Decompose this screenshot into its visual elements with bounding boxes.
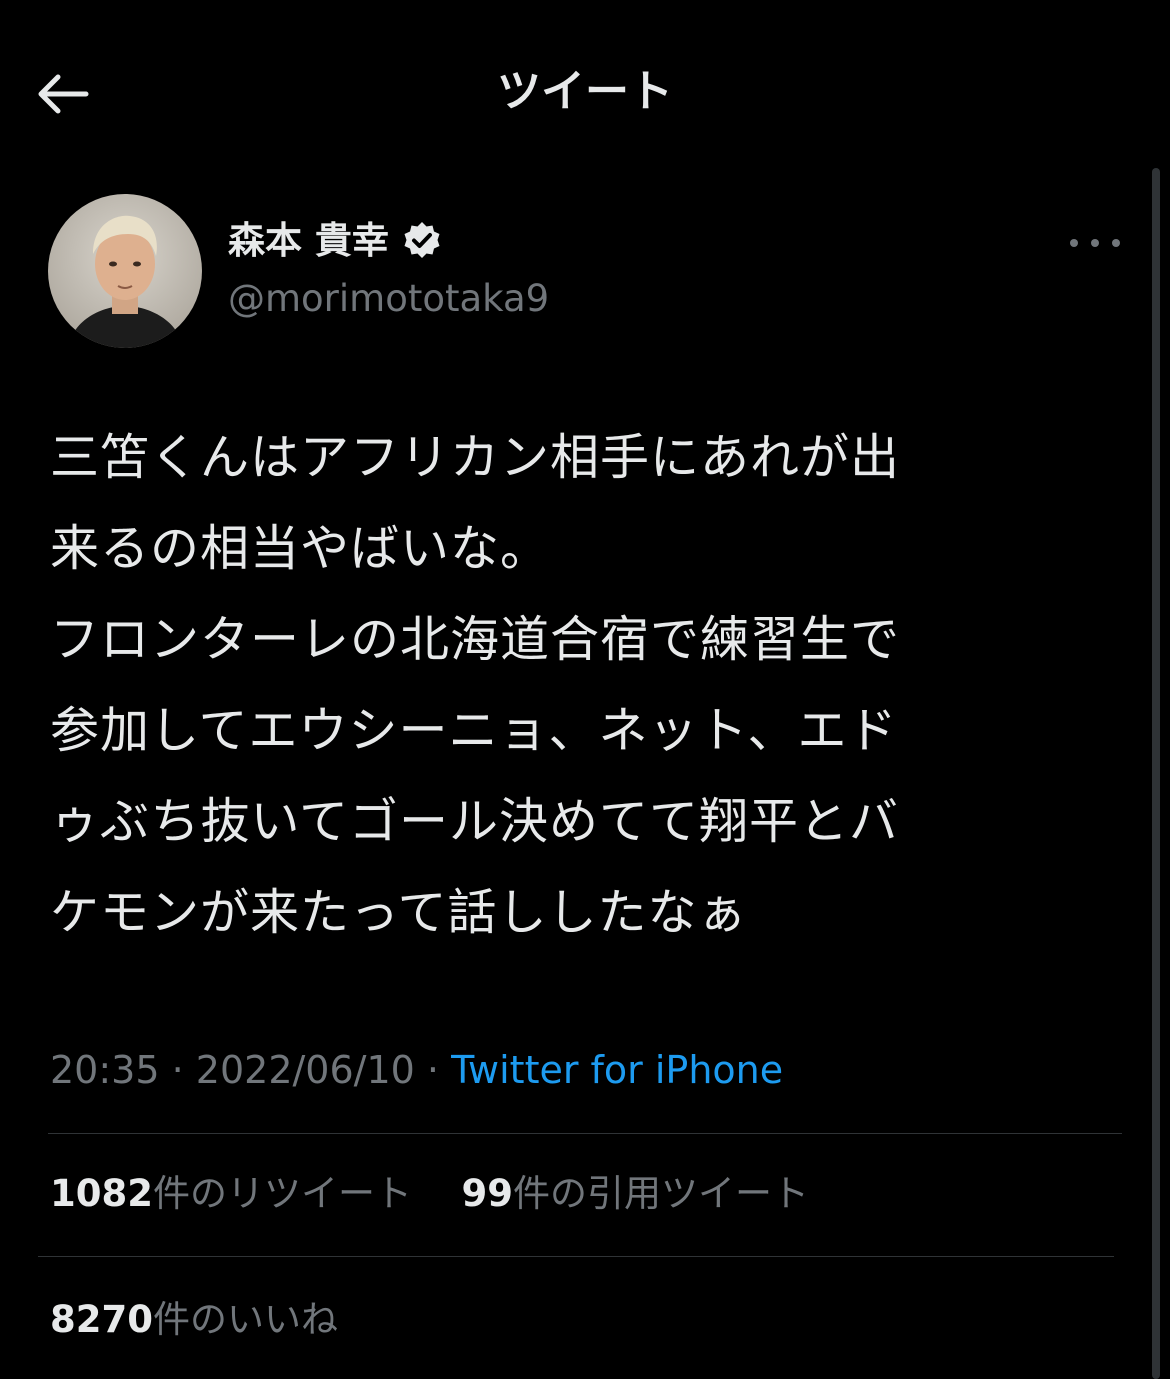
meta-separator: · <box>426 1048 440 1092</box>
tweet-text: 三笘くんはアフリカン相手にあれが出 来るの相当やばいな。 フロンターレの北海道合… <box>50 429 901 941</box>
tweet-meta: 20:35 · 2022/06/10 · Twitter for iPhone <box>50 1040 783 1100</box>
meta-separator: · <box>171 1048 184 1092</box>
quotes-count: 99 <box>461 1172 514 1215</box>
scrollbar[interactable] <box>1152 168 1160 1379</box>
tweet-source-link[interactable]: Twitter for iPhone <box>451 1048 783 1092</box>
author-handle[interactable]: @morimototaka9 <box>228 274 549 324</box>
likes-label: 件のいいね <box>152 1298 338 1341</box>
page-title: ツイート <box>497 66 673 117</box>
more-options-button[interactable] <box>1070 228 1120 258</box>
tweet-date[interactable]: 2022/06/10 <box>196 1048 415 1092</box>
author-name[interactable]: 森本 貴幸 <box>228 216 389 266</box>
retweets-stat[interactable]: 1082件のリツイート <box>50 1172 412 1215</box>
likes-count: 8270 <box>50 1298 153 1341</box>
more-horizontal-icon <box>1070 239 1078 247</box>
tweet-author-header: 森本 貴幸 @morimototaka9 <box>48 194 1128 350</box>
divider <box>48 1133 1122 1134</box>
quotes-stat[interactable]: 99件の引用ツイート <box>462 1172 810 1215</box>
retweets-count: 1082 <box>50 1172 153 1215</box>
avatar[interactable] <box>48 194 202 348</box>
tweet-time[interactable]: 20:35 <box>50 1048 160 1092</box>
retweet-stats-row: 1082件のリツイート 99件の引用ツイート <box>50 1164 809 1224</box>
verified-badge-icon <box>401 220 443 262</box>
likes-stat[interactable]: 8270件のいいね <box>50 1298 338 1341</box>
author-name-row[interactable]: 森本 貴幸 <box>228 216 443 266</box>
likes-stats-row: 8270件のいいね <box>50 1290 338 1350</box>
divider <box>38 1256 1114 1257</box>
top-nav-bar: ツイート <box>0 0 1170 180</box>
retweets-label: 件のリツイート <box>152 1172 412 1215</box>
quotes-label: 件の引用ツイート <box>513 1172 810 1215</box>
